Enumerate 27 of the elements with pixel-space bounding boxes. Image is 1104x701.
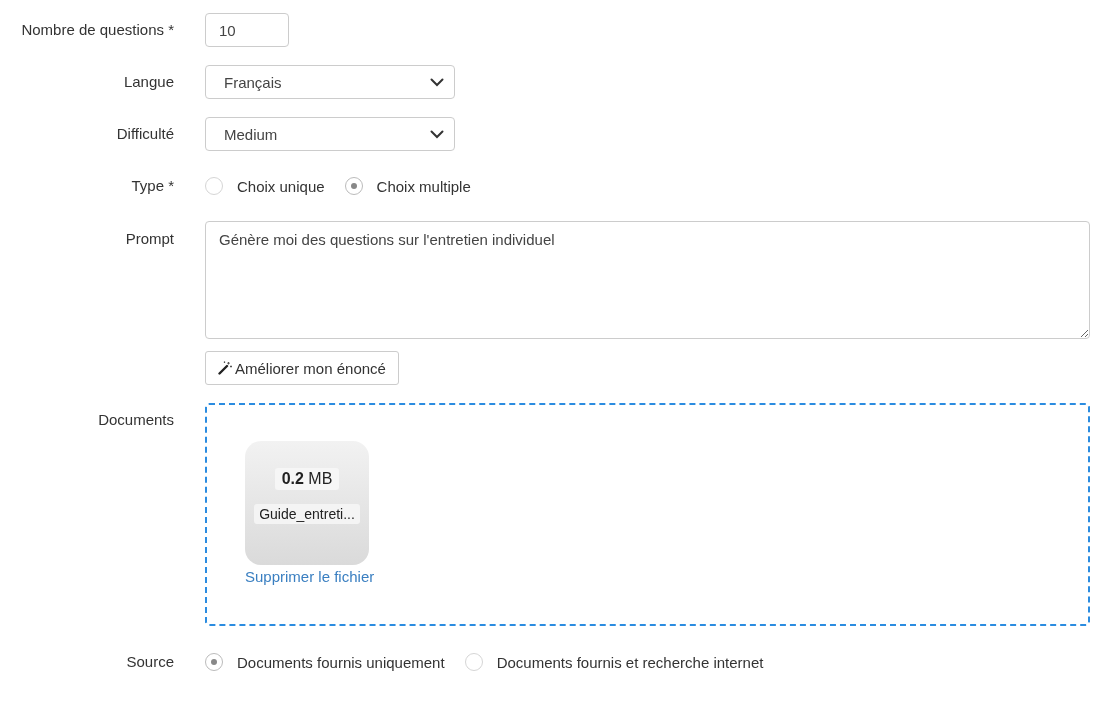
field-label: Langue — [122, 72, 174, 92]
field-label: Prompt — [124, 229, 174, 249]
radio-icon[interactable] — [205, 177, 223, 195]
radio-icon[interactable] — [344, 177, 363, 195]
field-label: Difficulté — [115, 124, 174, 144]
radio-icon[interactable] — [464, 653, 483, 671]
radio-option[interactable]: Choix multiple — [344, 177, 471, 195]
radio-option[interactable]: Choix unique — [205, 177, 325, 195]
magic-wand-icon — [218, 361, 232, 375]
radio-option[interactable]: Documents fournis et recherche internet — [464, 653, 764, 671]
file-size: 0.2 MB — [274, 468, 340, 490]
radio-option[interactable]: Documents fournis uniquement — [205, 653, 445, 671]
number-input[interactable]: 10 — [205, 13, 289, 47]
file-drop-zone[interactable]: 0.2 MB Guide_entreti... Supprimer le fichier — [205, 403, 1090, 626]
prompt-textarea[interactable]: Génère moi des questions sur l'entretien individuel — [205, 221, 1090, 339]
radio-icon[interactable] — [205, 653, 223, 671]
improve-button[interactable]: Améliorer mon énoncé — [205, 351, 399, 385]
file-name: Guide_entreti... — [254, 504, 360, 524]
field-label: Nombre de questions * — [20, 20, 174, 40]
dropdown-select[interactable]: Français — [205, 65, 455, 99]
field-label: Type * — [130, 176, 174, 196]
chevron-down-icon — [430, 129, 444, 139]
chevron-down-icon — [430, 77, 444, 87]
field-label: Source — [125, 652, 174, 672]
field-label: Documents — [97, 410, 174, 430]
dropdown-select[interactable]: Medium — [205, 117, 455, 151]
remove-file-link[interactable]: Supprimer le fichier — [245, 567, 375, 587]
